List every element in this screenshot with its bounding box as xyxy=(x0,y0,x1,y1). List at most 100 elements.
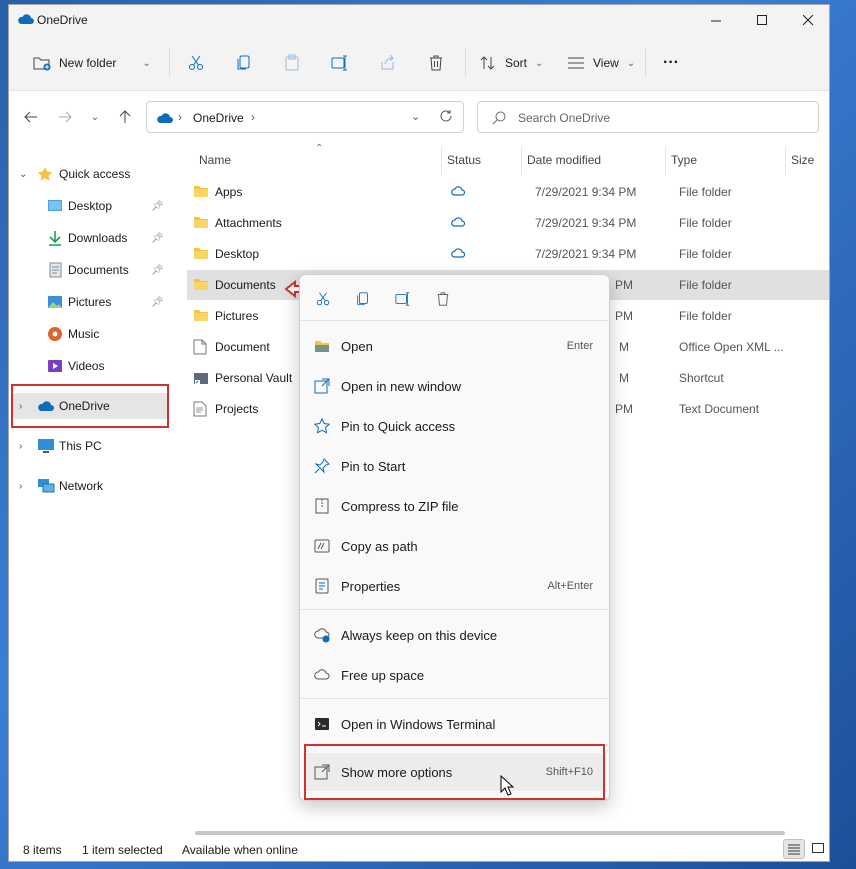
menu-item-label: Always keep on this device xyxy=(341,627,498,643)
sidebar-item-network[interactable]: › Network xyxy=(9,473,169,499)
menu-item-pin-start[interactable]: Pin to Start xyxy=(304,447,605,485)
column-header-date[interactable]: Date modified xyxy=(527,153,601,167)
folder-icon xyxy=(193,308,209,324)
menu-item-open[interactable]: Open Enter xyxy=(304,327,605,365)
breadcrumb-onedrive[interactable]: OneDrive xyxy=(193,111,244,125)
sidebar-item-pictures[interactable]: Pictures 📌︎ xyxy=(9,289,169,315)
sort-button[interactable]: Sort ⌄ xyxy=(479,47,543,79)
text-document-icon xyxy=(193,401,209,417)
context-quick-actions xyxy=(300,275,609,321)
rename-icon xyxy=(331,55,347,71)
mouse-cursor-icon xyxy=(500,775,514,796)
menu-item-pin-quick-access[interactable]: Pin to Quick access xyxy=(304,407,605,445)
column-divider[interactable] xyxy=(521,147,522,175)
menu-item-copy-path[interactable]: Copy as path xyxy=(304,527,605,565)
new-folder-button[interactable]: New folder ⌄ xyxy=(33,47,151,79)
pin-icon[interactable]: 📌︎ xyxy=(151,201,164,212)
onedrive-icon xyxy=(17,13,34,28)
rename-button[interactable] xyxy=(331,47,349,79)
sidebar-item-label: Music xyxy=(68,327,100,341)
sidebar-item-label: Quick access xyxy=(59,167,131,181)
file-row[interactable]: Apps 7/29/2021 9:34 PM File folder xyxy=(187,177,829,207)
sidebar-item-videos[interactable]: Videos xyxy=(9,353,169,379)
column-header-size[interactable]: Size xyxy=(791,153,814,167)
file-row[interactable]: Desktop 7/29/2021 9:34 PM File folder xyxy=(187,239,829,269)
column-divider[interactable] xyxy=(785,147,786,175)
menu-divider xyxy=(300,609,609,610)
column-header-status[interactable]: Status xyxy=(447,153,481,167)
paste-button[interactable] xyxy=(283,47,301,79)
sidebar-item-label: Videos xyxy=(68,359,105,373)
forward-button[interactable] xyxy=(55,107,75,127)
sidebar-item-quick-access[interactable]: ⌄ Quick access xyxy=(9,161,169,187)
divider xyxy=(169,49,170,77)
menu-item-free-up-space[interactable]: Free up space xyxy=(304,656,605,694)
recent-locations-button[interactable]: ⌄ xyxy=(85,107,105,127)
delete-button[interactable] xyxy=(433,289,453,309)
star-icon xyxy=(313,417,331,434)
folder-icon xyxy=(193,277,209,293)
cloud-keep-icon xyxy=(314,627,330,643)
chevron-right-icon[interactable]: › xyxy=(19,441,22,452)
chevron-down-icon[interactable]: ⌄ xyxy=(142,58,150,69)
rename-button[interactable] xyxy=(393,289,413,309)
navigation-pane: ⌄ Quick access Desktop 📌︎ Downloads 📌︎ D… xyxy=(9,141,177,825)
file-type: Text Document xyxy=(679,402,760,416)
close-button[interactable] xyxy=(785,5,829,35)
share-button[interactable] xyxy=(379,47,397,79)
sidebar-item-this-pc[interactable]: › This PC xyxy=(9,433,169,459)
paste-icon xyxy=(285,54,299,71)
chevron-down-icon[interactable]: ⌄ xyxy=(19,169,27,180)
address-bar[interactable]: › OneDrive › ⌄ xyxy=(146,101,464,133)
chevron-down-icon[interactable]: ⌄ xyxy=(411,110,420,123)
sidebar-item-music[interactable]: Music xyxy=(9,321,169,347)
new-window-icon xyxy=(314,378,330,394)
search-box[interactable]: Search OneDrive xyxy=(477,101,819,133)
menu-item-keep-on-device[interactable]: Always keep on this device xyxy=(304,616,605,654)
minimize-button[interactable] xyxy=(693,5,739,35)
copy-path-icon xyxy=(314,538,330,554)
search-icon xyxy=(492,111,506,128)
sidebar-item-documents[interactable]: Documents 📌︎ xyxy=(9,257,169,283)
column-divider[interactable] xyxy=(665,147,666,175)
large-icons-view-button[interactable] xyxy=(807,839,829,859)
breadcrumb-separator: › xyxy=(251,110,255,124)
cut-icon xyxy=(189,55,203,70)
copy-button[interactable] xyxy=(353,289,373,309)
pin-icon[interactable]: 📌︎ xyxy=(151,265,164,276)
arrow-right-icon xyxy=(59,111,72,123)
chevron-right-icon[interactable]: › xyxy=(19,481,22,492)
close-icon xyxy=(802,14,813,25)
cut-button[interactable] xyxy=(187,47,205,79)
menu-item-open-new-window[interactable]: Open in new window xyxy=(304,367,605,405)
refresh-icon[interactable] xyxy=(439,109,453,126)
pin-icon[interactable]: 📌︎ xyxy=(151,297,164,308)
view-button[interactable]: View ⌄ xyxy=(567,47,635,79)
details-view-button[interactable] xyxy=(783,839,805,859)
arrow-up-icon xyxy=(119,110,131,123)
share-icon xyxy=(381,54,394,70)
delete-button[interactable] xyxy=(427,47,445,79)
up-button[interactable] xyxy=(115,107,135,127)
copy-button[interactable] xyxy=(235,47,253,79)
status-bar: 8 items 1 item selected Available when o… xyxy=(9,835,829,861)
trash-icon xyxy=(437,292,449,306)
column-divider[interactable] xyxy=(441,147,442,175)
column-header-name[interactable]: Name xyxy=(199,153,231,167)
folder-icon xyxy=(193,184,209,200)
maximize-button[interactable] xyxy=(739,5,785,35)
menu-item-windows-terminal[interactable]: Open in Windows Terminal xyxy=(304,705,605,743)
file-row[interactable]: Attachments 7/29/2021 9:34 PM File folder xyxy=(187,208,829,238)
sidebar-item-desktop[interactable]: Desktop 📌︎ xyxy=(9,193,169,219)
file-name: Document xyxy=(215,340,270,354)
more-options-button[interactable]: ··· xyxy=(663,47,679,79)
divider xyxy=(645,49,646,77)
menu-item-compress-zip[interactable]: Compress to ZIP file xyxy=(304,487,605,525)
sidebar-item-downloads[interactable]: Downloads 📌︎ xyxy=(9,225,169,251)
column-header-type[interactable]: Type xyxy=(671,153,697,167)
cut-button[interactable] xyxy=(313,289,333,309)
file-type: File folder xyxy=(679,309,732,323)
pin-icon[interactable]: 📌︎ xyxy=(151,233,164,244)
menu-item-properties[interactable]: Properties Alt+Enter xyxy=(304,567,605,605)
back-button[interactable] xyxy=(21,107,41,127)
